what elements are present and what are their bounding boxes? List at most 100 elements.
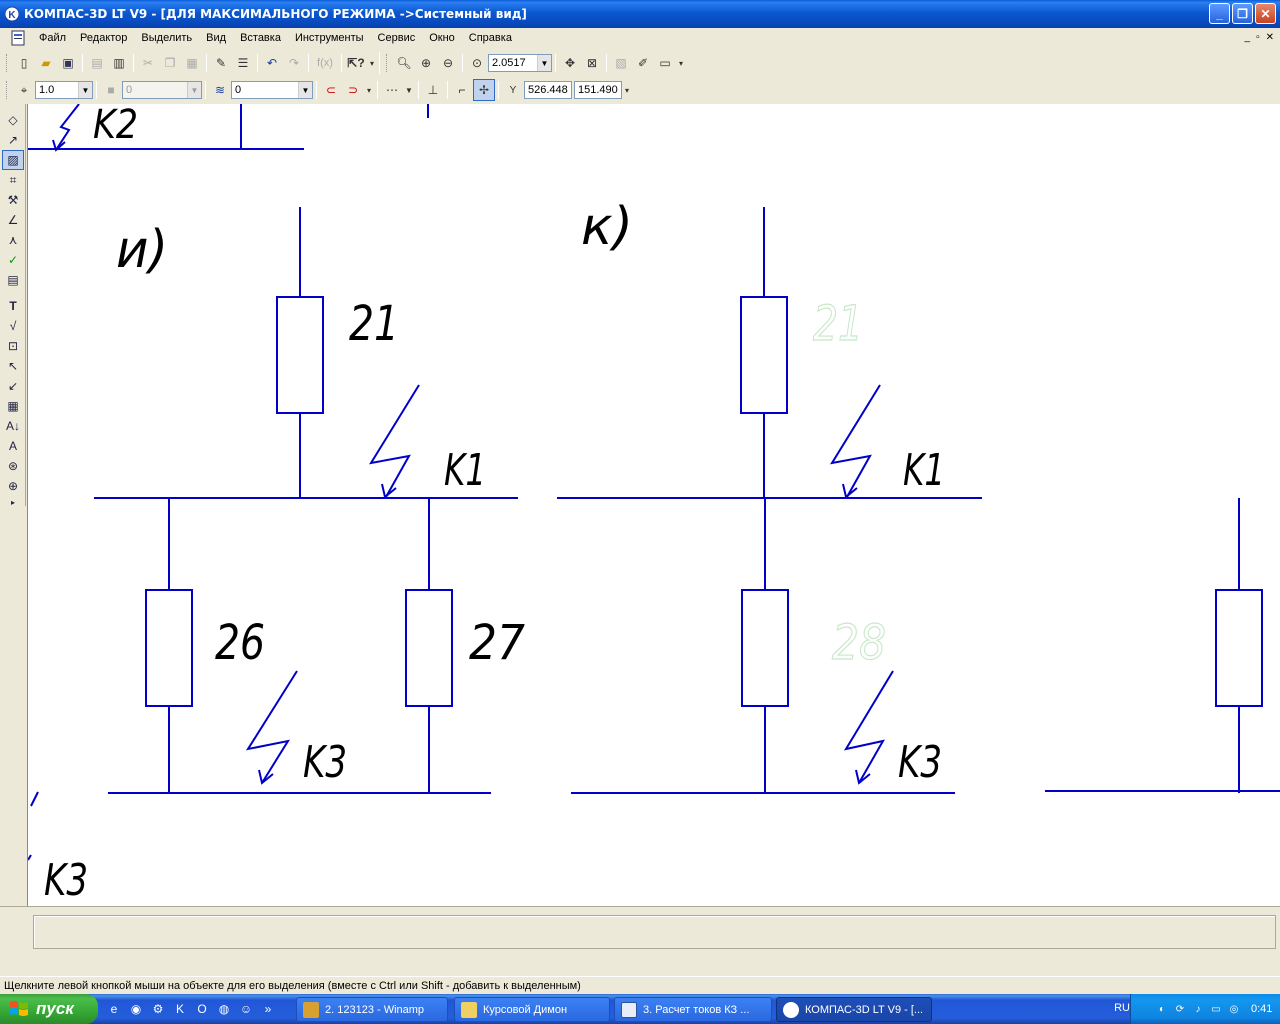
table-icon[interactable]: ▦ xyxy=(2,396,24,416)
state-combo[interactable]: 0 ▼ xyxy=(122,81,202,99)
toolbar-overflow-icon[interactable]: ▾ xyxy=(364,79,374,101)
document-icon[interactable] xyxy=(10,30,26,46)
zoom-combo[interactable]: 2.0517 ▼ xyxy=(488,54,552,72)
drawing-canvas[interactable]: K2 и) к) 21 K1 26 27 K3 K1 K3 K3 21 28 xyxy=(27,102,1280,906)
show-all-icon[interactable]: ⊠ xyxy=(581,52,603,74)
language-indicator[interactable]: RU xyxy=(1114,1002,1130,1014)
tray-monitor-icon[interactable]: ▭ xyxy=(1209,1002,1223,1016)
firefox-icon[interactable]: ◉ xyxy=(126,999,146,1019)
pan-icon[interactable]: ✥ xyxy=(559,52,581,74)
chevron-down-icon[interactable]: ▼ xyxy=(187,82,201,98)
reports-icon[interactable]: ▤ xyxy=(2,270,24,290)
dimensions-icon[interactable]: ↗ xyxy=(2,130,24,150)
menu-select[interactable]: Выделить xyxy=(134,29,199,47)
toolbar-grip[interactable] xyxy=(6,54,9,72)
chevron-down-icon[interactable]: ▼ xyxy=(78,82,92,98)
tool-icon[interactable]: ⚙ xyxy=(148,999,168,1019)
snap-local-icon[interactable]: ⊃ xyxy=(342,79,364,101)
toolbar-overflow-icon[interactable]: ▾ xyxy=(367,52,377,74)
tray-network-icon[interactable]: ◐ xyxy=(1155,1002,1169,1016)
roughness-icon[interactable]: √ xyxy=(2,316,24,336)
ie-icon[interactable]: e xyxy=(104,999,124,1019)
copy-icon[interactable]: ❐ xyxy=(159,52,181,74)
tray-volume-icon[interactable]: ♪ xyxy=(1191,1002,1205,1016)
manager-icon[interactable]: ☰ xyxy=(232,52,254,74)
cursor-step-icon[interactable]: ⌖ xyxy=(13,79,35,101)
menu-file[interactable]: Файл xyxy=(32,29,73,47)
properties-brush-icon[interactable]: ✎ xyxy=(210,52,232,74)
toolbar-overflow-icon[interactable]: ▾ xyxy=(676,52,686,74)
text-icon[interactable]: T xyxy=(2,296,24,316)
undo-icon[interactable]: ↶ xyxy=(261,52,283,74)
task-folder[interactable]: Курсовой Димон xyxy=(454,997,610,1022)
state-icon[interactable]: ■ xyxy=(100,79,122,101)
step-combo[interactable]: 1.0 ▼ xyxy=(35,81,93,99)
local-cs-icon[interactable]: ⊥ xyxy=(422,79,444,101)
leader-icon[interactable]: ↖ xyxy=(2,356,24,376)
print-icon[interactable]: ▤ xyxy=(86,52,108,74)
zoom-in-icon[interactable]: ⊕ xyxy=(415,52,437,74)
title-bar[interactable]: K КОМПАС-3D LT V9 - [ДЛЯ МАКСИМАЛЬНОГО Р… xyxy=(0,0,1280,28)
save-icon[interactable]: ▣ xyxy=(57,52,79,74)
chevron-down-icon[interactable]: ▼ xyxy=(403,79,415,101)
zoom-out-icon[interactable]: ⊖ xyxy=(437,52,459,74)
zoom-window-icon[interactable]: 🔍︎ xyxy=(393,52,415,74)
minimize-button[interactable]: _ xyxy=(1209,3,1230,24)
menu-service[interactable]: Сервис xyxy=(371,29,423,47)
menu-insert[interactable]: Вставка xyxy=(233,29,288,47)
messenger-icon[interactable]: ☺ xyxy=(236,999,256,1019)
redo-icon[interactable]: ↷ xyxy=(283,52,305,74)
section-icon[interactable]: A xyxy=(2,436,24,456)
coord-x-field[interactable]: 526.448 xyxy=(524,81,572,99)
layer-combo[interactable]: 0 ▼ xyxy=(231,81,313,99)
center-mark-icon[interactable]: ⊕ xyxy=(2,476,24,496)
layers-icon[interactable]: ≋ xyxy=(209,79,231,101)
toolbar-overflow-icon[interactable]: ▾ xyxy=(622,79,632,101)
chevron-down-icon[interactable]: ▼ xyxy=(537,55,551,71)
refresh-view-icon[interactable]: ▧ xyxy=(610,52,632,74)
print-preview-icon[interactable]: ▥ xyxy=(108,52,130,74)
menu-editor[interactable]: Редактор xyxy=(73,29,134,47)
restore-button[interactable]: ❐ xyxy=(1232,3,1253,24)
menu-view[interactable]: Вид xyxy=(199,29,233,47)
task-word[interactable]: 3. Расчет токов КЗ ... xyxy=(614,997,772,1022)
geometry-icon[interactable]: ◇ xyxy=(2,110,24,130)
menu-tools[interactable]: Инструменты xyxy=(288,29,371,47)
task-kompas[interactable]: КОМПАС-3D LT V9 - [... xyxy=(776,997,932,1022)
context-help-icon[interactable]: ⇱? xyxy=(345,52,367,74)
tray-antivirus-icon[interactable]: ◎ xyxy=(1227,1002,1241,1016)
screen-view-icon[interactable]: ▭ xyxy=(654,52,676,74)
measure-icon[interactable]: ∠ xyxy=(2,210,24,230)
network-icon[interactable]: ◍ xyxy=(214,999,234,1019)
editing-icon[interactable]: ⌗ xyxy=(2,170,24,190)
quicklaunch-chevron[interactable]: » xyxy=(258,999,278,1019)
redraw-icon[interactable]: ✐ xyxy=(632,52,654,74)
ortho-mode-icon[interactable]: ⌐ xyxy=(451,79,473,101)
zoom-scale-icon[interactable]: ⊙ xyxy=(466,52,488,74)
mdi-close-button[interactable]: ✕ xyxy=(1266,32,1274,43)
snap-magnet-icon[interactable]: ⊂ xyxy=(320,79,342,101)
parametrization-icon[interactable]: ⚒ xyxy=(2,190,24,210)
tray-sync-icon[interactable]: ⟳ xyxy=(1173,1002,1187,1016)
task-winamp[interactable]: 2. 123123 - Winamp xyxy=(296,997,448,1022)
menu-help[interactable]: Справка xyxy=(462,29,519,47)
axis-icon[interactable]: ⊛ xyxy=(2,456,24,476)
coord-y-field[interactable]: 151.490 xyxy=(574,81,622,99)
position-leader-icon[interactable]: ↙ xyxy=(2,376,24,396)
kompas-icon[interactable]: K xyxy=(170,999,190,1019)
schematic-drawing[interactable]: K2 и) к) 21 K1 26 27 K3 K1 K3 K3 21 28 xyxy=(27,102,1280,906)
properties-area[interactable] xyxy=(33,915,1276,949)
spec-icon[interactable]: ✓ xyxy=(2,250,24,270)
mdi-minimize-button[interactable]: _ xyxy=(1245,32,1251,43)
close-button[interactable]: ✕ xyxy=(1255,3,1276,24)
mdi-restore-button[interactable]: ▫ xyxy=(1256,32,1260,43)
start-button[interactable]: пуск xyxy=(0,994,98,1024)
paste-icon[interactable]: ▦ xyxy=(181,52,203,74)
new-document-icon[interactable]: ▯ xyxy=(13,52,35,74)
grid-icon[interactable]: ⋯ xyxy=(381,79,403,101)
designations-icon[interactable]: ▨ xyxy=(2,150,24,170)
round-mode-icon[interactable]: ✢ xyxy=(473,79,495,101)
variables-fx-icon[interactable]: f(x) xyxy=(312,52,338,74)
menu-window[interactable]: Окно xyxy=(422,29,462,47)
base-icon[interactable]: ⊡ xyxy=(2,336,24,356)
